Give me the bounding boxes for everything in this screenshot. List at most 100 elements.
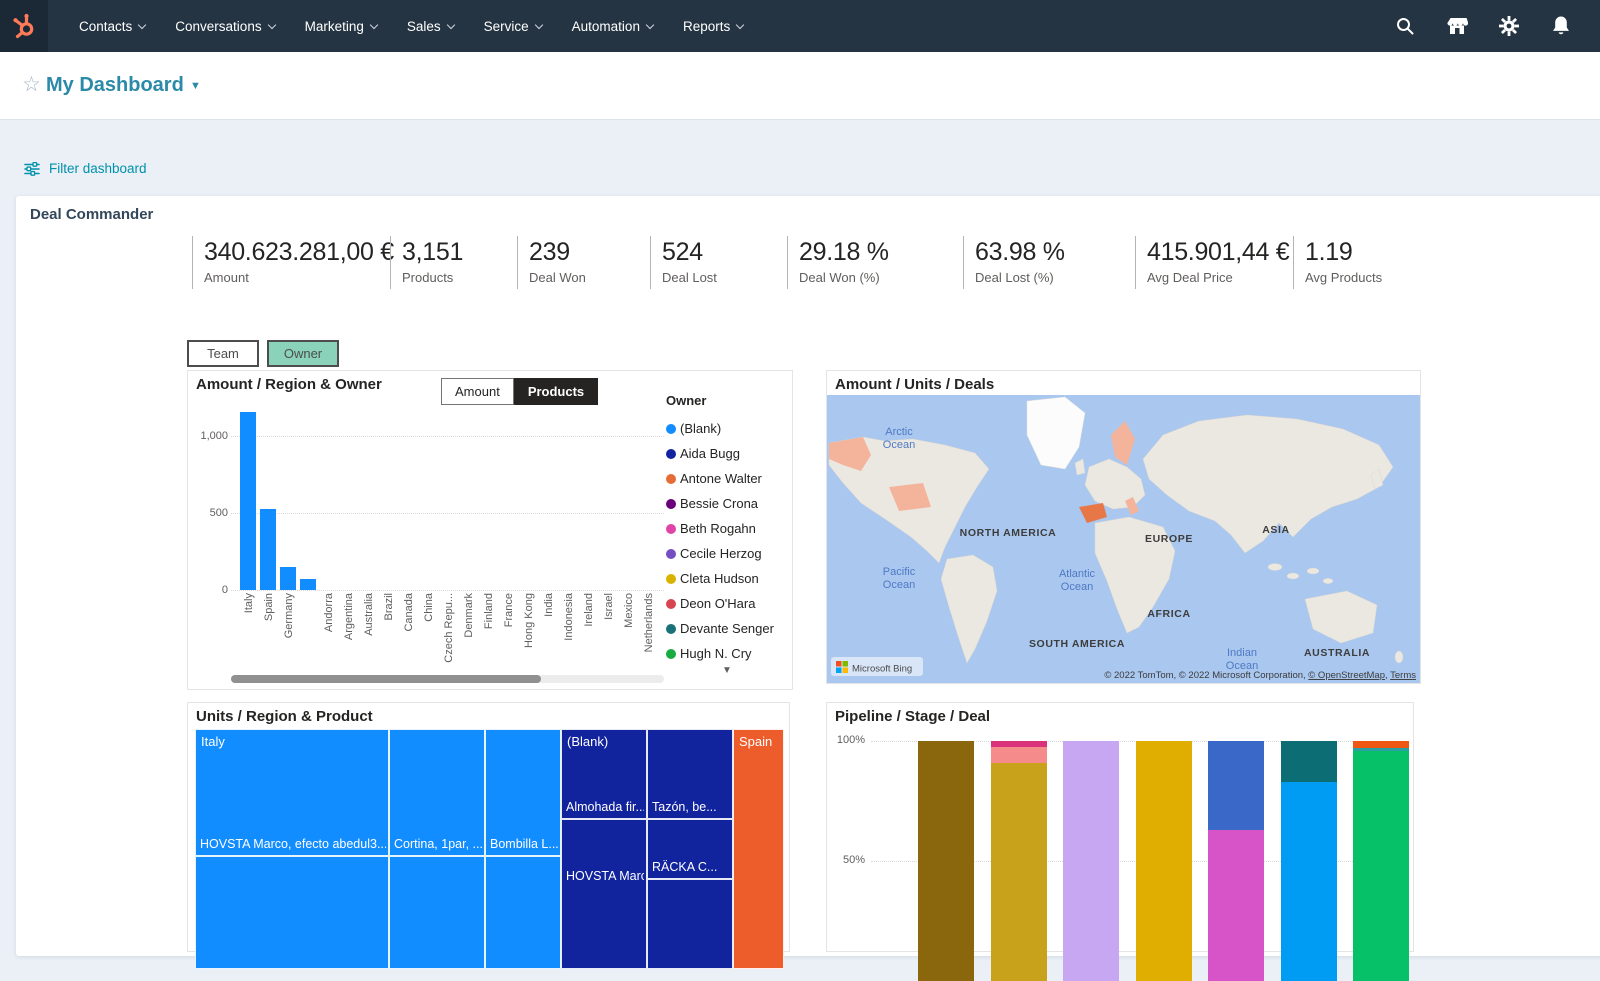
bar-spain[interactable]	[260, 509, 276, 590]
x-axis-label-germany: Germany	[283, 593, 295, 671]
gridline	[231, 513, 664, 514]
amount-region-owner-chart-panel: Amount / Region & Owner Amount Products …	[187, 370, 793, 690]
treemap-cell[interactable]	[485, 729, 561, 856]
pipeline-bar-7[interactable]	[1353, 741, 1409, 981]
legend-item-label: Beth Rogahn	[680, 521, 756, 536]
products-toggle-button[interactable]: Products	[514, 378, 598, 405]
nav-item-reports[interactable]: Reports	[668, 0, 758, 52]
legend-item-label: Bessie Crona	[680, 496, 758, 511]
nav-item-label: Contacts	[79, 19, 132, 34]
x-axis-label-netherlands: Netherlands	[643, 593, 655, 671]
pipeline-bar-2[interactable]	[991, 741, 1047, 981]
legend-item-blank[interactable]: (Blank)	[666, 416, 790, 441]
map-label-ocean: Ocean	[883, 439, 915, 451]
page-header: ☆ My Dashboard ▼	[0, 52, 1600, 120]
world-map[interactable]: ArcticOceanNORTH AMERICAEUROPEASIAPacifi…	[827, 395, 1420, 683]
team-slicer-button[interactable]: Team	[187, 340, 259, 367]
deal-commander-card: Deal Commander 340.623.281,00 €Amount3,1…	[16, 196, 1600, 956]
x-axis-label-argentina: Argentina	[343, 593, 355, 671]
bar-germany[interactable]	[280, 567, 296, 590]
pipeline-bar-4[interactable]	[1136, 741, 1192, 981]
measure-toggle: Amount Products	[441, 378, 598, 405]
treemap-cell[interactable]	[647, 819, 733, 879]
search-icon[interactable]	[1394, 15, 1416, 37]
treemap-cell[interactable]	[485, 856, 561, 969]
legend-color-dot	[666, 524, 676, 534]
treemap-cell[interactable]	[647, 879, 733, 969]
amount-units-deals-map-panel: Amount / Units / Deals	[826, 370, 1421, 684]
legend-item-label: Aida Bugg	[680, 446, 740, 461]
kpi-avg-deal-price: 415.901,44 €Avg Deal Price	[1135, 236, 1293, 289]
pipeline-bar-1[interactable]	[918, 741, 974, 981]
legend-color-dot	[666, 499, 676, 509]
legend-color-dot	[666, 649, 676, 659]
hubspot-logo[interactable]	[0, 0, 48, 52]
legend-item-beth-rogahn[interactable]: Beth Rogahn	[666, 516, 790, 541]
chart-scrollbar-thumb[interactable]	[231, 675, 541, 683]
map-label-south-america: SOUTH AMERICA	[1029, 638, 1125, 650]
treemap-cell[interactable]	[561, 819, 647, 969]
notifications-bell-icon[interactable]	[1550, 15, 1572, 37]
kpi-value: 1.19	[1305, 238, 1405, 267]
kpi-label: Avg Products	[1305, 270, 1405, 285]
settings-gear-icon[interactable]	[1498, 15, 1520, 37]
favorite-star-icon[interactable]: ☆	[22, 72, 41, 97]
legend-item-cleta-hudson[interactable]: Cleta Hudson	[666, 566, 790, 591]
legend-item-devante-senger[interactable]: Devante Senger	[666, 616, 790, 641]
top-navigation-bar: Contacts ConversationsMarketingSalesServi…	[0, 0, 1600, 52]
pipeline-bar-6[interactable]	[1281, 741, 1337, 981]
filter-dashboard-link[interactable]: Filter dashboard	[24, 161, 147, 176]
treemap-cell[interactable]	[561, 729, 647, 819]
nav-item-conversations[interactable]: Conversations	[160, 0, 289, 52]
legend-color-dot	[666, 574, 676, 584]
owner-slicer-button[interactable]: Owner	[267, 340, 339, 367]
legend-item-antone-walter[interactable]: Antone Walter	[666, 466, 790, 491]
pipeline-segment	[1281, 741, 1337, 782]
legend-item-aida-bugg[interactable]: Aida Bugg	[666, 441, 790, 466]
map-attribution[interactable]: © 2022 TomTom, © 2022 Microsoft Corporat…	[1104, 670, 1416, 681]
nav-item-sales[interactable]: Sales	[392, 0, 469, 52]
legend-color-dot	[666, 474, 676, 484]
amount-toggle-button[interactable]: Amount	[441, 378, 514, 405]
nav-item-service[interactable]: Service	[469, 0, 557, 52]
kpi-label: Avg Deal Price	[1147, 270, 1285, 285]
pipeline-bar-3[interactable]	[1063, 741, 1119, 981]
x-axis-label-czech-repu: Czech Repu...	[443, 593, 455, 671]
marketplace-icon[interactable]	[1446, 15, 1468, 37]
pipeline-title: Pipeline / Stage / Deal	[835, 708, 990, 725]
pipeline-segment	[918, 741, 974, 981]
x-axis-label-brazil: Brazil	[383, 593, 395, 671]
chart-scrollbar-track[interactable]	[231, 675, 664, 683]
legend-color-dot	[666, 449, 676, 459]
dashboard-title[interactable]: My Dashboard	[46, 74, 184, 97]
legend-item-deon-o-hara[interactable]: Deon O'Hara	[666, 591, 790, 616]
chevron-down-icon	[446, 20, 454, 28]
treemap-cell[interactable]	[647, 729, 733, 819]
nav-item-automation[interactable]: Automation	[557, 0, 668, 52]
treemap-cell[interactable]	[389, 856, 485, 969]
bar-italy[interactable]	[240, 412, 256, 590]
legend-item-cecile-herzog[interactable]: Cecile Herzog	[666, 541, 790, 566]
bar-blank[interactable]	[300, 579, 316, 590]
pipeline-segment	[1136, 741, 1192, 981]
nav-item-contacts[interactable]: Contacts	[64, 0, 160, 52]
x-axis-label-spain: Spain	[263, 593, 275, 671]
x-axis-label-ireland: Ireland	[583, 593, 595, 671]
legend-item-bessie-crona[interactable]: Bessie Crona	[666, 491, 790, 516]
legend-scroll-down-icon[interactable]: ▼	[722, 665, 732, 676]
treemap-region-italy: HOVSTA Marco, efecto abedul3...Cortina, …	[195, 729, 561, 969]
nav-item-marketing[interactable]: Marketing	[290, 0, 392, 52]
treemap-cell[interactable]	[733, 729, 784, 969]
treemap-cell[interactable]	[195, 856, 389, 969]
dashboard-dropdown-caret-icon[interactable]: ▼	[190, 80, 201, 92]
nav-icons	[1394, 0, 1572, 52]
pipeline-bar-5[interactable]	[1208, 741, 1264, 981]
treemap-cell[interactable]	[195, 729, 389, 856]
kpi-label: Deal Won (%)	[799, 270, 955, 285]
pipeline-segment	[1208, 741, 1264, 830]
treemap-cell[interactable]	[389, 729, 485, 856]
legend-item-hugh-n-cry[interactable]: Hugh N. Cry	[666, 641, 790, 666]
legend-color-dot	[666, 599, 676, 609]
bar-chart-title: Amount / Region & Owner	[196, 376, 382, 393]
chevron-down-icon	[138, 20, 146, 28]
